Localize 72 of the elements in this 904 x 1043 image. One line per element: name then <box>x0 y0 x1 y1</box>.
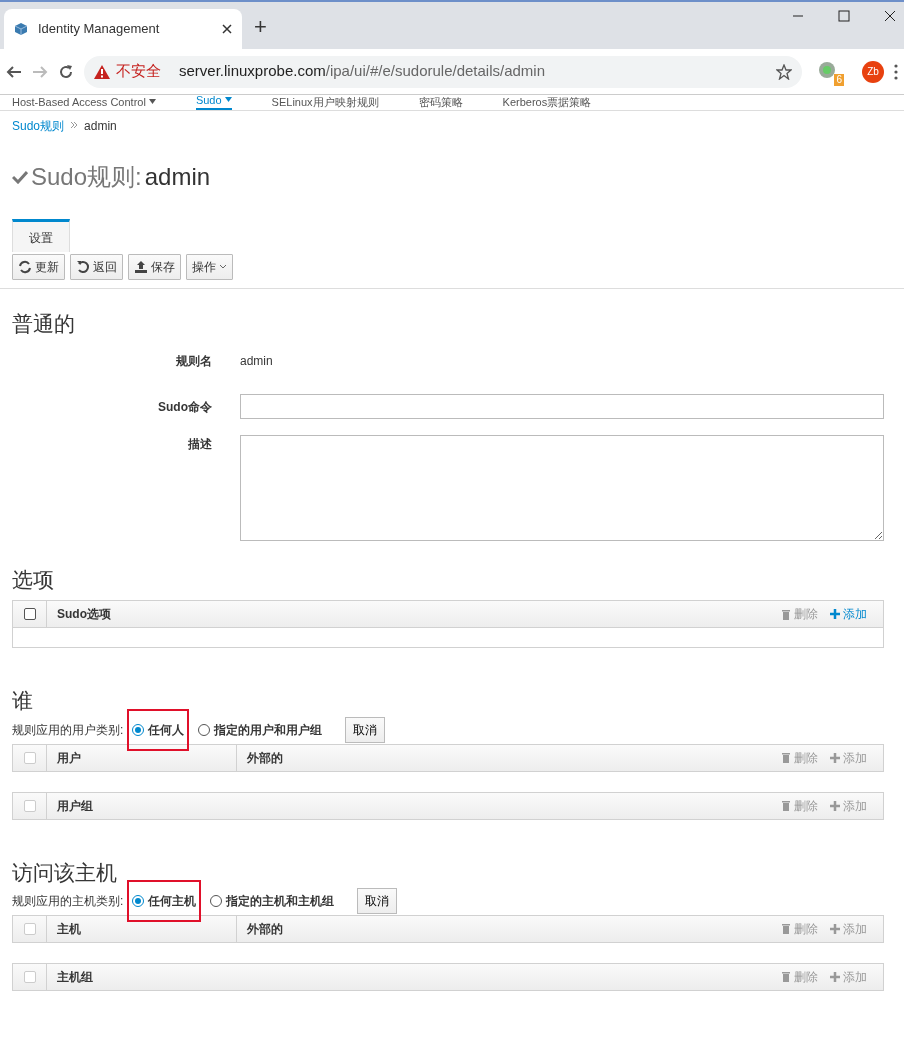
plus-icon <box>830 609 840 620</box>
maximize-icon[interactable] <box>838 10 850 22</box>
cancel-button[interactable]: 取消 <box>345 716 386 743</box>
trash-icon <box>781 800 791 812</box>
toolbar-button[interactable]: 保存 <box>128 254 181 280</box>
refresh-icon <box>18 260 32 274</box>
section-title: 普通的 <box>11 311 76 337</box>
nav-tab[interactable]: Sudo <box>195 91 232 110</box>
nav-tab[interactable]: SELinux用户映射规则 <box>271 93 379 110</box>
address-bar[interactable]: 不安全 server.linuxprobe.com/ipa/ui/#/e/sudorule/details/admin <box>84 55 802 88</box>
close-icon[interactable] <box>222 24 232 34</box>
circle-icon <box>818 60 836 79</box>
chevron-icon <box>70 121 79 129</box>
field-label: 描述 <box>187 436 213 454</box>
facet-tab[interactable]: 设置 <box>12 219 70 252</box>
reload-icon[interactable] <box>58 63 74 80</box>
section-title: 访问该主机 <box>11 859 118 885</box>
column-header: 用户组 <box>56 797 93 815</box>
nav-tab[interactable]: 密码策略 <box>418 93 463 110</box>
nav-tab[interactable]: Kerberos票据策略 <box>502 93 592 110</box>
plus-icon <box>830 752 840 763</box>
category-label: 规则应用的主机类别: <box>12 892 124 910</box>
warning-icon <box>94 64 110 79</box>
field-label: 规则名 <box>175 353 213 371</box>
column-header: 外部的 <box>246 749 283 767</box>
input-field[interactable] <box>240 394 884 420</box>
plus-icon <box>830 923 840 934</box>
section-title: 谁 <box>11 688 34 714</box>
close-icon[interactable] <box>884 10 896 22</box>
field-label: Sudo命令 <box>157 399 213 417</box>
radio-option[interactable]: 指定的用户和用户组 <box>193 716 328 743</box>
plus-icon <box>830 971 840 982</box>
cube-icon <box>14 22 28 36</box>
back-icon[interactable] <box>6 63 22 80</box>
trash-icon <box>781 923 791 935</box>
title-prefix: Sudo规则: <box>31 162 142 192</box>
title-name: admin <box>144 162 211 192</box>
add-button[interactable]: 添加 <box>830 605 867 624</box>
breadcrumb-current: admin <box>84 118 117 135</box>
select-all-checkbox[interactable] <box>23 608 36 621</box>
breadcrumb-link[interactable]: Sudo规则 <box>12 117 65 135</box>
field-value: admin <box>240 353 273 371</box>
check-icon <box>12 170 28 184</box>
plus-icon <box>830 800 840 811</box>
caret-icon <box>148 99 156 105</box>
more-icon[interactable] <box>894 63 898 80</box>
upload-icon <box>134 260 148 274</box>
column-header: 外部的 <box>246 920 283 938</box>
column-header: 主机组 <box>56 968 93 986</box>
security-warning: 不安全 <box>116 61 161 82</box>
column-header: 主机 <box>47 915 237 942</box>
profile-avatar[interactable]: Zb <box>862 60 884 83</box>
trash-icon <box>781 608 791 620</box>
trash-icon <box>781 752 791 764</box>
caret-icon <box>224 97 232 103</box>
undo-icon <box>76 260 90 274</box>
cancel-button[interactable]: 取消 <box>357 887 398 914</box>
star-icon[interactable] <box>776 63 792 80</box>
extension-badge: 6 <box>834 73 844 86</box>
toolbar-button[interactable]: 更新 <box>12 254 65 280</box>
trash-icon <box>781 971 791 983</box>
caret-icon <box>219 264 227 270</box>
toolbar-button[interactable]: 返回 <box>70 254 123 280</box>
new-tab-button[interactable]: + <box>254 10 267 43</box>
url-text: server.linuxprobe.com/ipa/ui/#/e/sudorule/details/admin <box>179 61 546 82</box>
category-label: 规则应用的用户类别: <box>12 721 124 739</box>
nav-tab[interactable]: Host-Based Access Control <box>12 93 156 110</box>
column-header: Sudo选项 <box>56 606 111 624</box>
radio-option[interactable]: 指定的主机和主机组 <box>205 887 340 914</box>
column-header: 用户 <box>47 744 237 771</box>
section-title: 选项 <box>11 567 55 593</box>
actions-dropdown[interactable]: 操作 <box>186 254 233 280</box>
